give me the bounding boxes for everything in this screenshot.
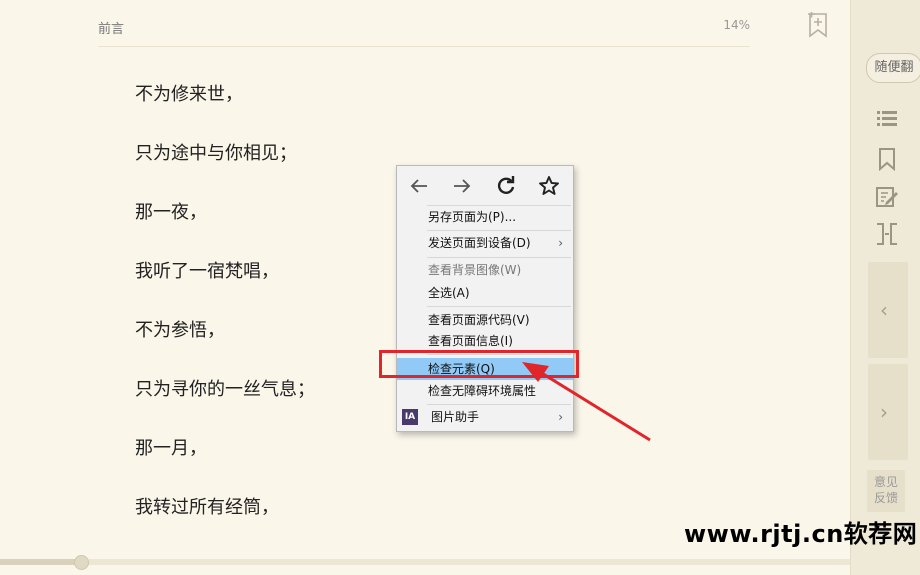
text-line: 我听了一宿梵唱， (135, 261, 279, 282)
watermark: www.rjtj.cn软荐网 (684, 520, 918, 548)
chapter-title: 前言 (98, 22, 125, 37)
menu-item-view-info[interactable]: 查看页面信息(I) (397, 330, 573, 352)
chevron-right-icon: › (880, 400, 888, 424)
reload-icon[interactable] (494, 174, 518, 198)
width-toggle-icon[interactable] (875, 222, 899, 246)
reading-progress-bar[interactable] (0, 555, 850, 570)
menu-item-inspect-accessibility[interactable]: 检查无障碍环境属性 (397, 380, 573, 402)
text-line: 不为修来世， (135, 84, 243, 105)
text-line: 只为寻你的一丝气息； (135, 379, 315, 400)
menu-separator (427, 230, 571, 231)
highlight-annotation-box (379, 350, 579, 378)
chevron-right-icon: › (558, 410, 563, 424)
text-line: 那一夜， (135, 202, 207, 223)
prev-page-button[interactable]: ‹ (868, 262, 908, 358)
menu-item-send-page[interactable]: 发送页面到设备(D) › (397, 232, 573, 254)
chevron-left-icon: ‹ (880, 298, 888, 322)
reader-sidebar: 随便翻 ‹ › 意见 反馈 (850, 0, 920, 575)
image-helper-icon: IA (402, 409, 418, 425)
context-menu-nav (397, 166, 573, 204)
menu-item-save-page[interactable]: 另存页面为(P)... (397, 206, 573, 228)
next-page-button[interactable]: › (868, 364, 908, 460)
text-line: 不为参悟， (135, 320, 225, 341)
bookmark-icon[interactable] (875, 147, 899, 172)
bookmark-star-icon[interactable] (537, 174, 561, 198)
feedback-label: 意见 反馈 (873, 475, 898, 505)
forward-icon[interactable] (450, 174, 474, 198)
feedback-button[interactable]: 意见 反馈 (867, 470, 905, 512)
text-line: 我转过所有经筒， (135, 497, 279, 518)
menu-separator (427, 404, 571, 405)
back-icon[interactable] (407, 174, 431, 198)
add-bookmark-icon[interactable] (806, 10, 830, 38)
menu-separator (427, 257, 571, 258)
chevron-right-icon: › (558, 236, 563, 250)
menu-item-view-background[interactable]: 查看背景图像(W) (397, 259, 573, 281)
random-page-button[interactable]: 随便翻 (866, 53, 920, 83)
toc-icon[interactable] (875, 106, 899, 130)
menu-item-image-helper[interactable]: IA 图片助手 › (397, 406, 573, 428)
progress-handle[interactable] (73, 555, 89, 570)
text-line: 那一月， (135, 438, 207, 459)
header-divider (98, 46, 750, 47)
page-header: 前言 14% (98, 16, 750, 37)
menu-separator (427, 306, 571, 307)
reading-percent: 14% (723, 18, 750, 32)
context-menu: 另存页面为(P)... 发送页面到设备(D) › 查看背景图像(W) 全选(A)… (396, 165, 574, 432)
menu-item-view-source[interactable]: 查看页面源代码(V) (397, 309, 573, 331)
note-icon[interactable] (875, 185, 899, 209)
menu-item-select-all[interactable]: 全选(A) (397, 282, 573, 304)
text-line: 只为途中与你相见； (135, 143, 297, 164)
progress-fill (0, 559, 81, 565)
